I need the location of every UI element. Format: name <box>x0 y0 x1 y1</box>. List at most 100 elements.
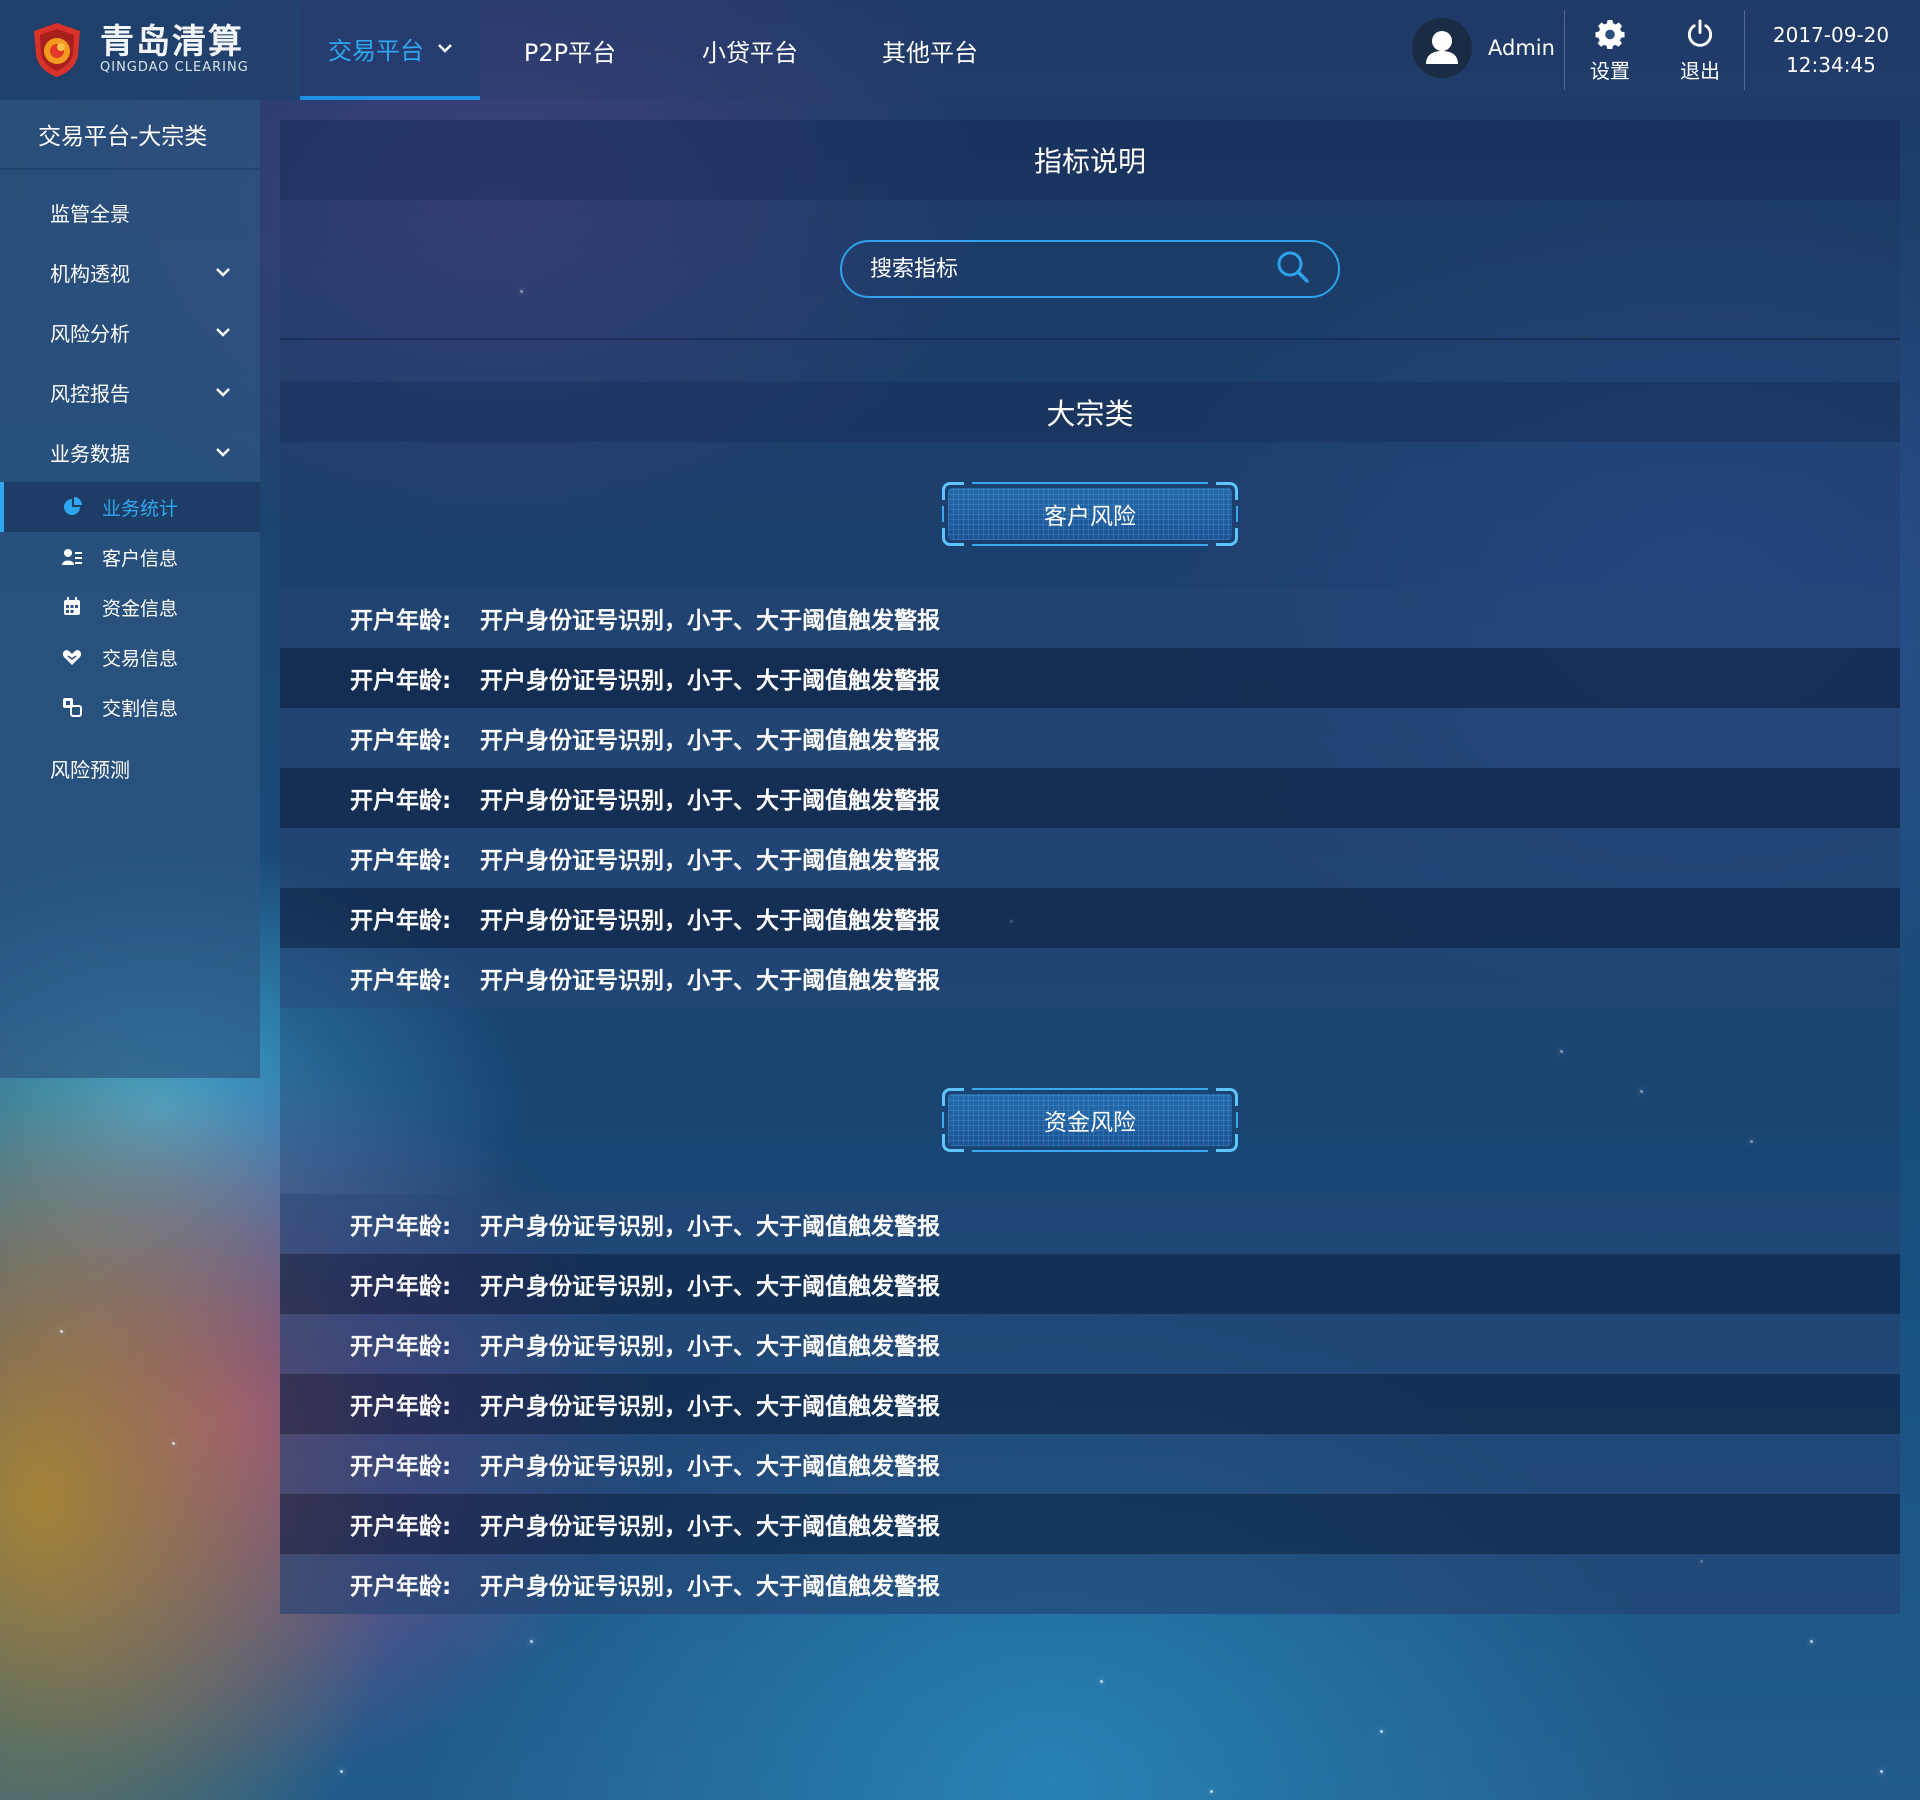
user-name: Admin <box>1488 36 1555 60</box>
indicator-desc: 开户身份证号识别，小于、大于阈值触发警报 <box>480 908 940 934</box>
indicator-panel: 指标说明 大宗类 客户风险 开户年龄: 开户身份证号识别，小于、大于阈值触发警报 … <box>280 120 1900 1614</box>
sidebar-item-risk-analysis[interactable]: 风险分析 <box>0 302 260 362</box>
category-title: 大宗类 <box>280 382 1900 442</box>
sidebar-subitem-fund-info[interactable]: 资金信息 <box>0 582 260 632</box>
indicator-label: 开户年龄: <box>350 1214 452 1240</box>
sidebar-subitem-label: 交易信息 <box>102 647 179 670</box>
list-item: 开户年龄: 开户身份证号识别，小于、大于阈值触发警报 <box>280 828 1900 888</box>
list-item: 开户年龄: 开户身份证号识别，小于、大于阈值触发警报 <box>280 768 1900 828</box>
settings-label: 设置 <box>1590 59 1630 83</box>
sidebar-title: 交易平台-大宗类 <box>0 100 260 170</box>
indicator-label: 开户年龄: <box>350 1574 452 1600</box>
indicator-desc: 开户身份证号识别，小于、大于阈值触发警报 <box>480 1514 940 1540</box>
indicator-label: 开户年龄: <box>350 1394 452 1420</box>
list-item: 开户年龄: 开户身份证号识别，小于、大于阈值触发警报 <box>280 1554 1900 1614</box>
indicator-desc: 开户身份证号识别，小于、大于阈值触发警报 <box>480 1214 940 1240</box>
sidebar-item-label: 风险预测 <box>50 757 130 782</box>
list-item: 开户年龄: 开户身份证号识别，小于、大于阈值触发警报 <box>280 1434 1900 1494</box>
top-nav: 交易平台 P2P平台 小贷平台 其他平台 <box>300 0 1020 100</box>
customer-risk-list: 开户年龄: 开户身份证号识别，小于、大于阈值触发警报 开户年龄: 开户身份证号识别，… <box>280 588 1900 1008</box>
indicator-label: 开户年龄: <box>350 1274 452 1300</box>
indicator-label: 开户年龄: <box>350 848 452 874</box>
search-box[interactable] <box>840 240 1340 298</box>
sidebar-item-institution[interactable]: 机构透视 <box>0 242 260 302</box>
sidebar-subitem-delivery-info[interactable]: 交割信息 <box>0 682 260 732</box>
sidebar-item-label: 风控报告 <box>50 381 130 406</box>
settings-button[interactable]: 设置 <box>1570 18 1650 84</box>
sidebar-item-label: 业务数据 <box>50 441 130 466</box>
sidebar-subitem-trade-info[interactable]: 交易信息 <box>0 632 260 682</box>
gear-icon <box>1595 19 1625 49</box>
sidebar-item-risk-forecast[interactable]: 风险预测 <box>0 738 260 798</box>
calendar-icon <box>62 597 82 617</box>
chevron-down-icon <box>216 323 230 342</box>
sidebar-subitem-label: 客户信息 <box>102 547 179 570</box>
list-item: 开户年龄: 开户身份证号识别，小于、大于阈值触发警报 <box>280 1374 1900 1434</box>
list-item: 开户年龄: 开户身份证号识别，小于、大于阈值触发警报 <box>280 1194 1900 1254</box>
section-customer-risk-button[interactable]: 客户风险 <box>942 482 1238 546</box>
sidebar-item-label: 机构透视 <box>50 261 130 286</box>
indicator-desc: 开户身份证号识别，小于、大于阈值触发警报 <box>480 968 940 994</box>
brand-name-cn: 青岛清算 <box>100 22 244 62</box>
sidebar-item-business-data[interactable]: 业务数据 <box>0 422 260 482</box>
current-time: 12:34:45 <box>1786 53 1876 77</box>
sidebar-subitem-label: 业务统计 <box>102 497 179 520</box>
brand-name-en: QINGDAO CLEARING <box>100 60 249 75</box>
chevron-down-icon <box>216 383 230 402</box>
sidebar: 交易平台-大宗类 监管全景 机构透视 风险分析 风控报告 业务数据 业务统计 客… <box>0 100 260 1078</box>
header-divider <box>1564 10 1565 90</box>
section-title: 客户风险 <box>948 488 1232 540</box>
indicator-label: 开户年龄: <box>350 668 452 694</box>
indicator-desc: 开户身份证号识别，小于、大于阈值触发警报 <box>480 788 940 814</box>
list-item: 开户年龄: 开户身份证号识别，小于、大于阈值触发警报 <box>280 1254 1900 1314</box>
sidebar-subitem-label: 交割信息 <box>102 697 179 720</box>
search-input[interactable] <box>870 256 1276 282</box>
sidebar-item-overview[interactable]: 监管全景 <box>0 182 260 242</box>
sidebar-item-label: 风险分析 <box>50 321 130 346</box>
indicator-label: 开户年龄: <box>350 1334 452 1360</box>
logout-button[interactable]: 退出 <box>1660 18 1740 84</box>
nav-item-label: P2P平台 <box>523 38 617 67</box>
logo[interactable]: 青岛清算 QINGDAO CLEARING <box>0 0 300 100</box>
chevron-down-icon <box>438 38 452 59</box>
section-fund-risk-button[interactable]: 资金风险 <box>942 1088 1238 1152</box>
logout-label: 退出 <box>1680 59 1720 83</box>
nav-other-platform[interactable]: 其他平台 <box>840 0 1020 100</box>
shield-logo-icon <box>30 21 84 79</box>
exchange-icon <box>62 697 82 717</box>
sidebar-subitem-business-stats[interactable]: 业务统计 <box>0 482 260 532</box>
indicator-label: 开户年龄: <box>350 1514 452 1540</box>
indicator-label: 开户年龄: <box>350 608 452 634</box>
datetime-display: 2017-09-20 12:34:45 <box>1756 20 1906 80</box>
nav-item-label: 其他平台 <box>882 38 978 67</box>
divider <box>280 338 1900 340</box>
indicator-label: 开户年龄: <box>350 788 452 814</box>
indicator-desc: 开户身份证号识别，小于、大于阈值触发警报 <box>480 848 940 874</box>
power-icon <box>1687 19 1713 47</box>
list-item: 开户年龄: 开户身份证号识别，小于、大于阈值触发警报 <box>280 708 1900 768</box>
indicator-desc: 开户身份证号识别，小于、大于阈值触发警报 <box>480 668 940 694</box>
indicator-desc: 开户身份证号识别，小于、大于阈值触发警报 <box>480 1454 940 1480</box>
indicator-label: 开户年龄: <box>350 968 452 994</box>
list-item: 开户年龄: 开户身份证号识别，小于、大于阈值触发警报 <box>280 888 1900 948</box>
search-icon[interactable] <box>1276 250 1310 288</box>
indicator-desc: 开户身份证号识别，小于、大于阈值触发警报 <box>480 1274 940 1300</box>
list-item: 开户年龄: 开户身份证号识别，小于、大于阈值触发警报 <box>280 648 1900 708</box>
list-item: 开户年龄: 开户身份证号识别，小于、大于阈值触发警报 <box>280 948 1900 1008</box>
user-list-icon <box>62 547 82 567</box>
current-date: 2017-09-20 <box>1772 23 1890 47</box>
nav-item-label: 交易平台 <box>328 36 424 65</box>
nav-p2p-platform[interactable]: P2P平台 <box>480 0 660 100</box>
list-item: 开户年龄: 开户身份证号识别，小于、大于阈值触发警报 <box>280 1314 1900 1374</box>
indicator-label: 开户年龄: <box>350 728 452 754</box>
sidebar-subitem-customer-info[interactable]: 客户信息 <box>0 532 260 582</box>
list-item: 开户年龄: 开户身份证号识别，小于、大于阈值触发警报 <box>280 588 1900 648</box>
indicator-label: 开户年龄: <box>350 908 452 934</box>
nav-microloan-platform[interactable]: 小贷平台 <box>660 0 840 100</box>
sidebar-item-risk-report[interactable]: 风控报告 <box>0 362 260 422</box>
user-menu[interactable]: Admin <box>1412 18 1555 78</box>
nav-trading-platform[interactable]: 交易平台 <box>300 0 480 100</box>
pie-chart-icon <box>62 497 82 517</box>
handshake-icon <box>62 647 82 667</box>
top-header: 青岛清算 QINGDAO CLEARING 交易平台 P2P平台 小贷平台 其他… <box>0 0 1920 100</box>
